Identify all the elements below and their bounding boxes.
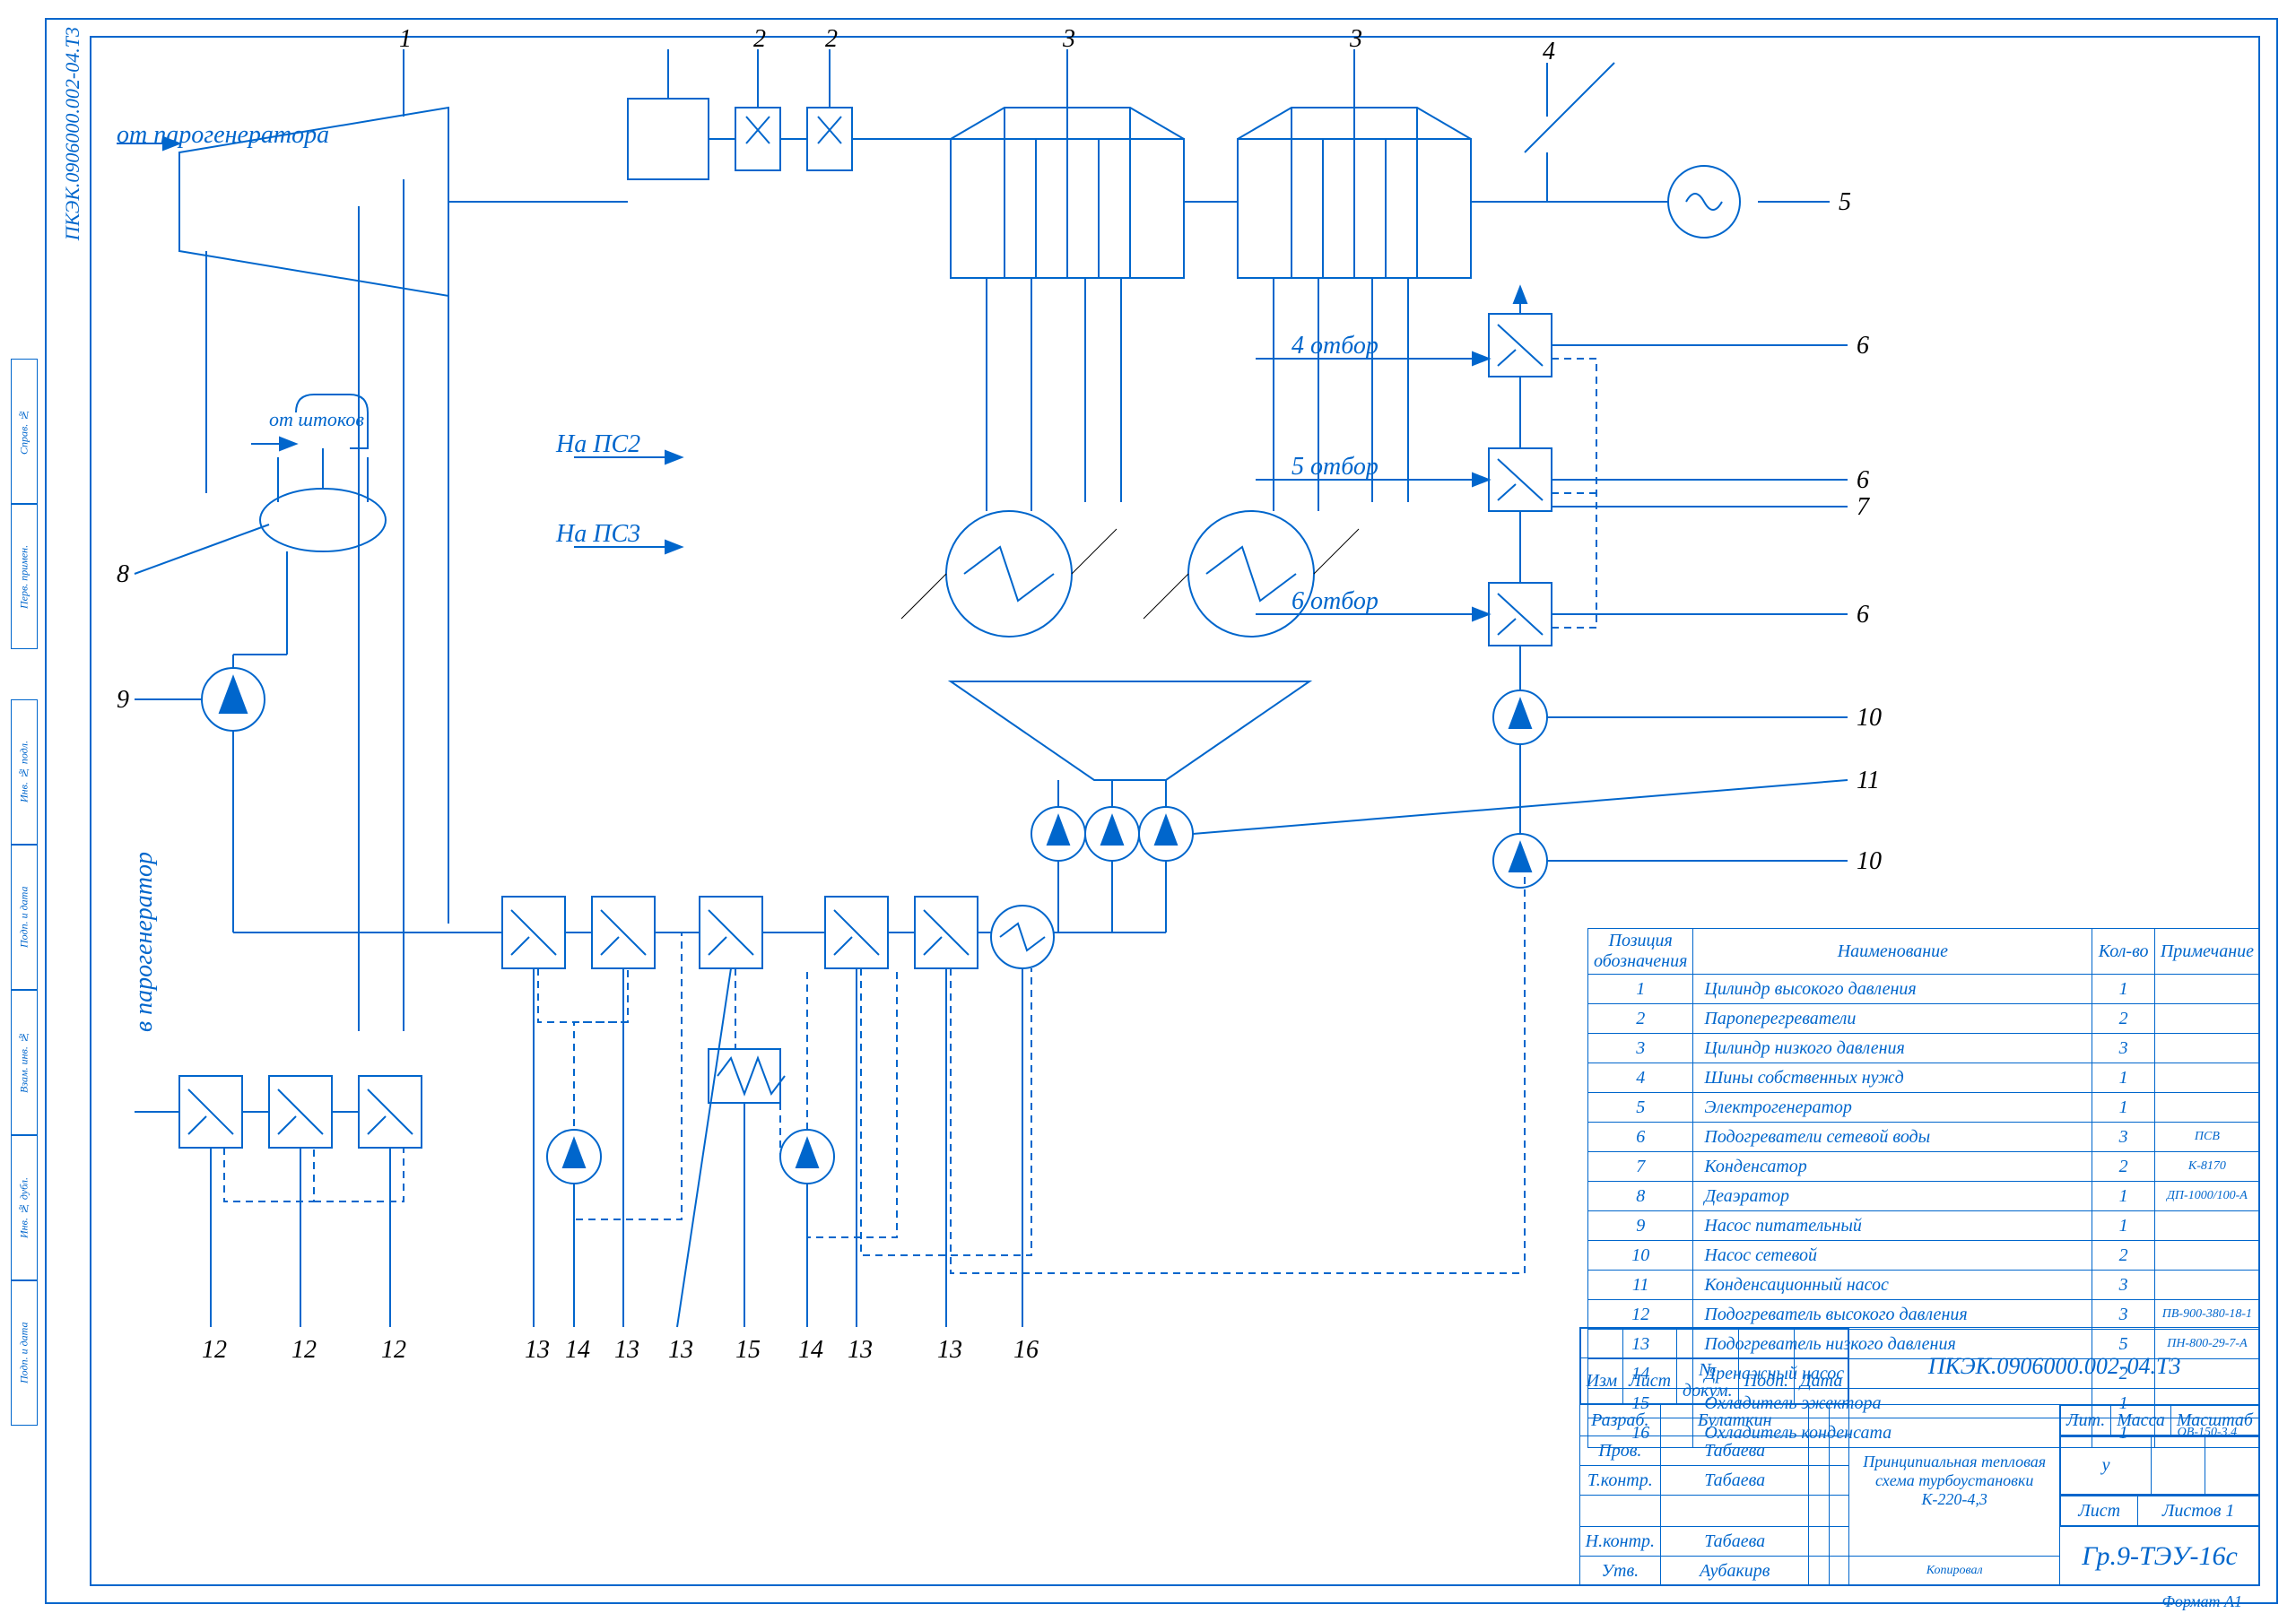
label-otb5: 5 отбор: [1292, 453, 1378, 481]
label-to-pg: в парогенератор: [130, 852, 159, 1032]
format-label: Формат A1: [2161, 1592, 2242, 1611]
label-ps2: На ПС2: [556, 430, 640, 459]
label-otb6: 6 отбор: [1292, 587, 1378, 616]
label-ps3: На ПС3: [556, 520, 640, 549]
label-from-pg: от парогенератора: [117, 121, 329, 150]
title-block: ИзмЛист№ докум.Подп.Дата ПКЭК.0906000.00…: [1579, 1327, 2260, 1586]
label-shtokov: от штоков: [269, 408, 364, 431]
label-otb4: 4 отбор: [1292, 332, 1378, 360]
